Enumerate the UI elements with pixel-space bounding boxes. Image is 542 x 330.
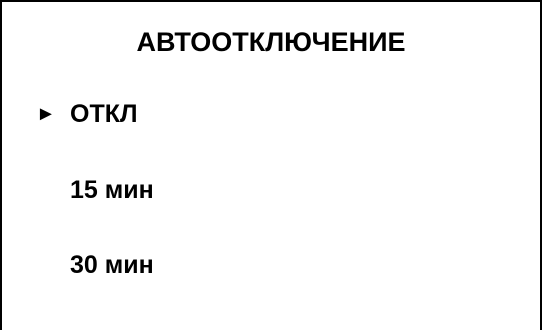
menu-item-label: 15 мин [70, 176, 154, 204]
menu-item-15-min[interactable]: 15 мин [2, 172, 154, 208]
menu-item-label: ОТКЛ [70, 100, 138, 128]
menu-item-label: 30 мин [70, 251, 154, 279]
menu-item-30-min[interactable]: 30 мин [2, 247, 154, 283]
lcd-screen: АВТООТКЛЮЧЕНИЕ ► ОТКЛ 15 мин 30 мин [0, 0, 542, 330]
screen-title: АВТООТКЛЮЧЕНИЕ [136, 27, 406, 57]
selection-arrow-icon: ► [36, 103, 56, 125]
menu-item-off[interactable]: ► ОТКЛ [2, 96, 138, 132]
